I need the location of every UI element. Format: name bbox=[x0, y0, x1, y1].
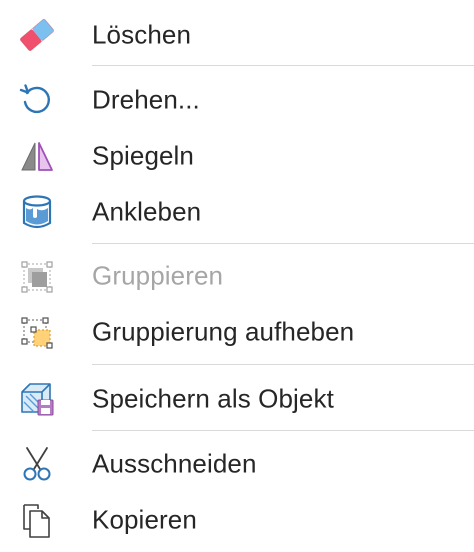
separator bbox=[92, 364, 474, 365]
save-object-icon bbox=[16, 378, 58, 420]
menu-item-ungroup[interactable]: Gruppierung aufheben bbox=[0, 307, 474, 357]
menu-item-group[interactable]: Gruppieren bbox=[0, 251, 474, 301]
menu-item-label: Spiegeln bbox=[92, 140, 194, 171]
ungroup-icon bbox=[16, 311, 58, 353]
menu-item-delete[interactable]: Löschen bbox=[0, 10, 474, 60]
separator bbox=[92, 243, 474, 244]
menu-item-cut[interactable]: Ausschneiden bbox=[0, 439, 474, 489]
menu-item-label: Kopieren bbox=[92, 504, 197, 535]
glue-icon bbox=[16, 191, 58, 233]
menu-item-label: Drehen... bbox=[92, 84, 200, 115]
menu-item-label: Ankleben bbox=[92, 196, 202, 227]
separator bbox=[92, 430, 474, 431]
menu-item-label: Speichern als Objekt bbox=[92, 383, 334, 414]
menu-item-glue[interactable]: Ankleben bbox=[0, 187, 474, 237]
copy-icon bbox=[16, 499, 58, 541]
menu-item-label: Gruppieren bbox=[92, 260, 224, 291]
menu-item-rotate[interactable]: Drehen... bbox=[0, 75, 474, 125]
menu-item-save-as-object[interactable]: Speichern als Objekt bbox=[0, 374, 474, 424]
mirror-icon bbox=[16, 135, 58, 177]
separator bbox=[92, 65, 474, 66]
menu-item-label: Gruppierung aufheben bbox=[92, 316, 355, 347]
rotate-icon bbox=[16, 79, 58, 121]
group-icon bbox=[16, 255, 58, 297]
scissors-icon bbox=[16, 443, 58, 485]
menu-item-copy[interactable]: Kopieren bbox=[0, 495, 474, 545]
menu-item-mirror[interactable]: Spiegeln bbox=[0, 131, 474, 181]
context-menu: Löschen Drehen... Spiegeln Ankleben Grup… bbox=[0, 0, 474, 552]
eraser-icon bbox=[16, 14, 58, 56]
menu-item-label: Löschen bbox=[92, 19, 191, 50]
menu-item-label: Ausschneiden bbox=[92, 448, 257, 479]
